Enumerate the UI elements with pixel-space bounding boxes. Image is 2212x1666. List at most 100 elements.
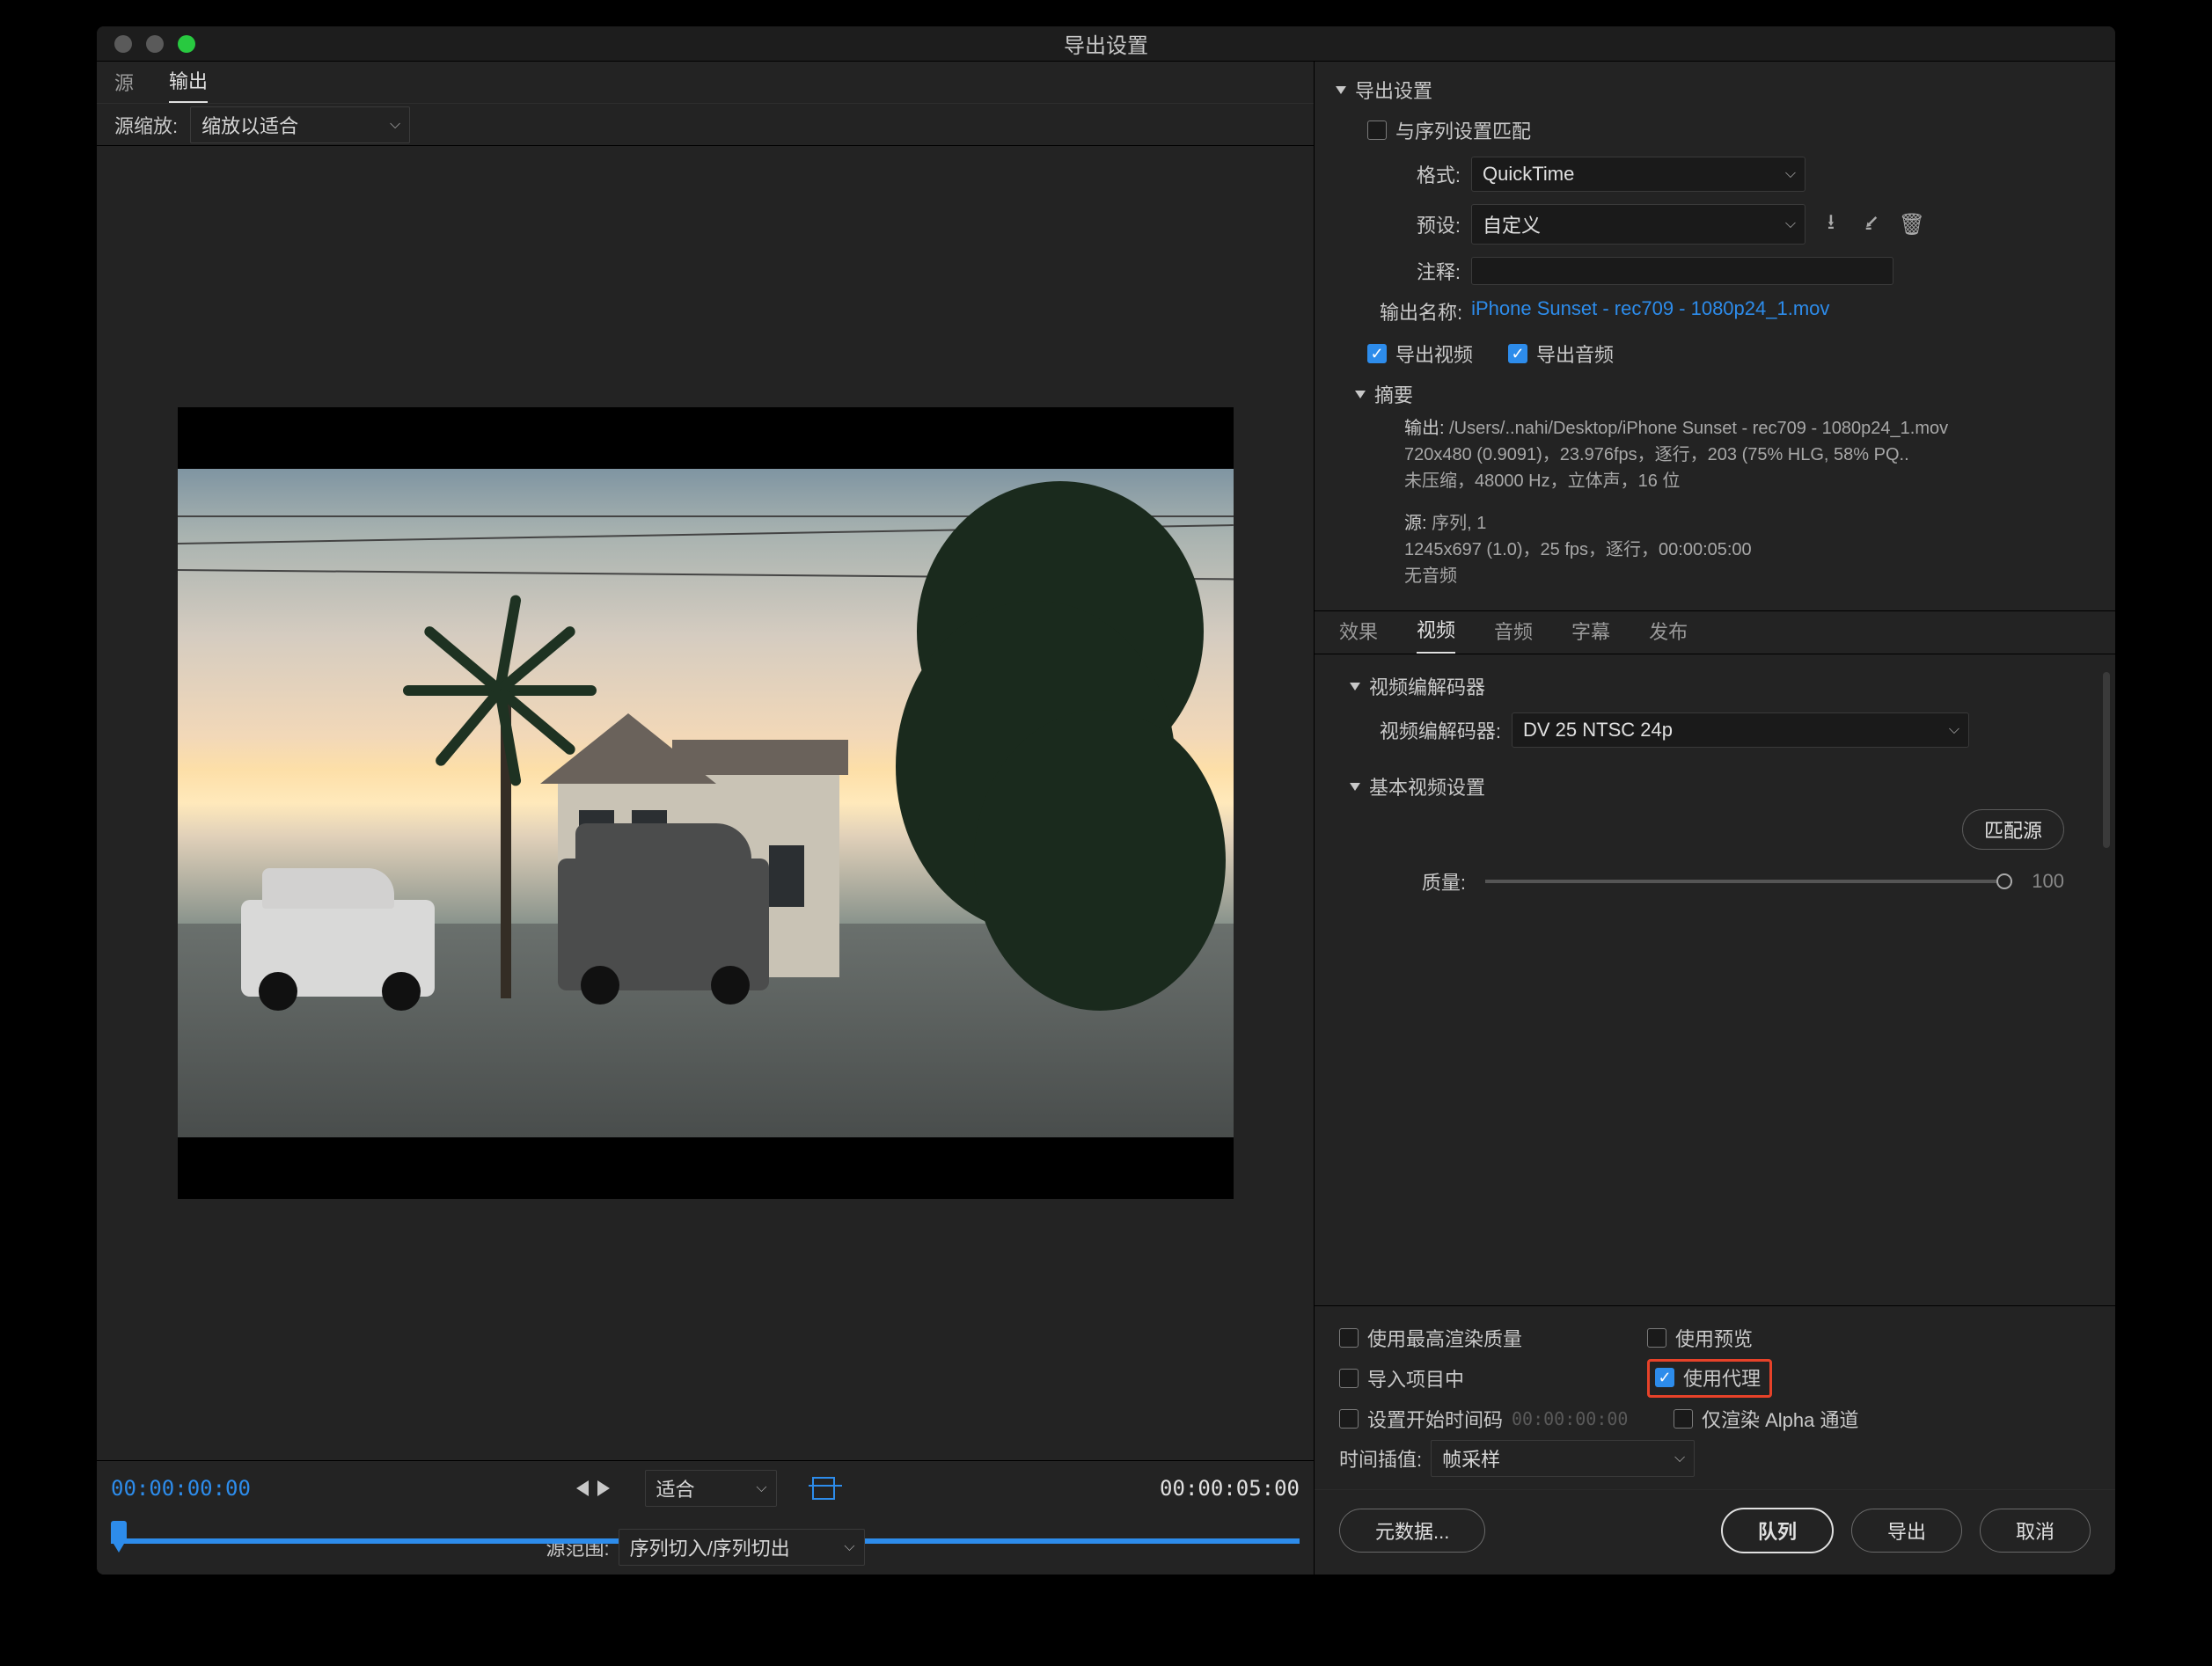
- close-icon[interactable]: [114, 35, 132, 53]
- max-render-label: 使用最高渲染质量: [1367, 1324, 1522, 1352]
- timeline-bar: 00:00:00:00 适合 ⌵ 00:00:05:00: [97, 1460, 1314, 1575]
- cancel-button[interactable]: 取消: [1980, 1509, 2091, 1553]
- chevron-down-icon: ⌵: [756, 1480, 766, 1496]
- tab-source[interactable]: 源: [114, 68, 134, 103]
- export-settings-title: 导出设置: [1355, 76, 1432, 104]
- metadata-button[interactable]: 元数据...: [1339, 1509, 1485, 1553]
- format-dropdown[interactable]: QuickTime ⌵: [1471, 157, 1805, 192]
- codec-label: 视频编解码器:: [1360, 716, 1501, 744]
- video-canvas: [178, 407, 1234, 1199]
- zoom-dropdown[interactable]: 适合 ⌵: [645, 1470, 777, 1507]
- dialog-buttons: 元数据... 队列 导出 取消: [1315, 1489, 2115, 1575]
- tab-video[interactable]: 视频: [1417, 615, 1455, 654]
- summary-output-path: /Users/..nahi/Desktop/iPhone Sunset - re…: [1449, 419, 1948, 438]
- quality-slider[interactable]: [1485, 880, 2012, 883]
- codec-title: 视频编解码器: [1369, 672, 1485, 700]
- minimize-icon[interactable]: [146, 35, 164, 53]
- source-scale-row: 源缩放: 缩放以适合 ⌵: [97, 104, 1314, 146]
- summary-src-l2: 1245x697 (1.0)，25 fps，逐行，00:00:05:00: [1404, 540, 1752, 559]
- summary-header[interactable]: 摘要: [1355, 380, 2091, 408]
- preview-tabs: 源 输出: [97, 62, 1314, 104]
- use-preview-label: 使用预览: [1675, 1324, 1753, 1352]
- export-settings-header[interactable]: 导出设置: [1336, 76, 2091, 104]
- match-sequence-label: 与序列设置匹配: [1395, 116, 1531, 144]
- codec-dropdown[interactable]: DV 25 NTSC 24p ⌵: [1512, 712, 1969, 748]
- basic-video-title: 基本视频设置: [1369, 772, 1485, 800]
- export-audio-label: 导出音频: [1536, 340, 1614, 368]
- source-scale-value: 缩放以适合: [201, 111, 298, 139]
- tab-publish[interactable]: 发布: [1649, 617, 1688, 654]
- chevron-down-icon: ⌵: [1949, 722, 1959, 738]
- output-name-link[interactable]: iPhone Sunset - rec709 - 1080p24_1.mov: [1471, 297, 1829, 325]
- output-name-label: 输出名称:: [1380, 297, 1462, 325]
- step-buttons: [576, 1480, 610, 1496]
- maximize-icon[interactable]: [178, 35, 195, 53]
- basic-video-header[interactable]: 基本视频设置: [1336, 772, 2091, 800]
- use-proxy-label: 使用代理: [1683, 1363, 1761, 1392]
- summary-section: 摘要 输出: /Users/..nahi/Desktop/iPhone Suns…: [1355, 380, 2091, 589]
- left-panel: 源 输出 源缩放: 缩放以适合 ⌵: [97, 62, 1315, 1575]
- settings-tabs: 效果 视频 音频 字幕 发布: [1315, 610, 2115, 654]
- source-scale-label: 源缩放:: [114, 111, 178, 139]
- tab-audio[interactable]: 音频: [1494, 617, 1533, 654]
- use-proxy-highlight: 使用代理: [1647, 1359, 1772, 1398]
- timecode-in[interactable]: 00:00:00:00: [111, 1476, 251, 1501]
- tab-effects[interactable]: 效果: [1339, 617, 1378, 654]
- preset-label: 预设:: [1380, 210, 1461, 238]
- video-frame: [178, 469, 1234, 1137]
- set-timecode-checkbox[interactable]: [1339, 1409, 1359, 1429]
- export-audio-checkbox[interactable]: [1508, 344, 1527, 363]
- interp-dropdown[interactable]: 帧采样 ⌵: [1431, 1440, 1695, 1477]
- tab-output[interactable]: 输出: [169, 66, 208, 103]
- preset-value: 自定义: [1483, 210, 1541, 238]
- right-panel: 导出设置 与序列设置匹配 格式: QuickTime ⌵ 预设:: [1315, 62, 2115, 1575]
- chevron-down-icon: ⌵: [844, 1539, 854, 1555]
- summary-src-l3: 无音频: [1404, 566, 1457, 586]
- step-fwd-icon[interactable]: [597, 1480, 610, 1496]
- summary-output-l3: 未压缩，48000 Hz，立体声，16 位: [1404, 471, 1680, 491]
- max-render-checkbox[interactable]: [1339, 1328, 1359, 1348]
- slider-knob[interactable]: [1996, 873, 2012, 889]
- queue-button[interactable]: 队列: [1721, 1508, 1834, 1553]
- crop-icon[interactable]: [812, 1477, 835, 1500]
- chevron-down-icon: ⌵: [1785, 166, 1796, 182]
- chevron-down-icon: ⌵: [390, 117, 400, 133]
- chevron-down-icon: [1350, 783, 1360, 791]
- summary-title: 摘要: [1374, 380, 1413, 408]
- use-preview-checkbox[interactable]: [1647, 1328, 1666, 1348]
- zoom-value: 适合: [656, 1474, 695, 1502]
- step-back-icon[interactable]: [576, 1480, 589, 1496]
- codec-header[interactable]: 视频编解码器: [1336, 672, 2091, 700]
- quality-value: 100: [2032, 870, 2064, 893]
- use-proxy-checkbox[interactable]: [1655, 1368, 1674, 1387]
- summary-source-label: 源:: [1404, 514, 1427, 533]
- summary-output-label: 输出:: [1404, 419, 1445, 438]
- timeline-track[interactable]: [111, 1514, 1300, 1524]
- match-sequence-checkbox[interactable]: [1367, 121, 1387, 140]
- save-preset-icon[interactable]: ⭳: [1816, 207, 1846, 243]
- comment-label: 注释:: [1380, 257, 1461, 285]
- video-settings-scroll[interactable]: 视频编解码器 视频编解码器: DV 25 NTSC 24p ⌵ 基本视频设置 匹…: [1315, 654, 2115, 1305]
- format-label: 格式:: [1380, 160, 1461, 188]
- match-source-button[interactable]: 匹配源: [1962, 809, 2064, 850]
- timecode-out: 00:00:05:00: [1160, 1476, 1300, 1501]
- source-range-value: 序列切入/序列切出: [630, 1533, 790, 1561]
- render-alpha-label: 仅渲染 Alpha 通道: [1702, 1405, 1859, 1433]
- import-preset-icon[interactable]: ⭹: [1857, 207, 1886, 243]
- tab-caption[interactable]: 字幕: [1571, 617, 1610, 654]
- bottom-options: 使用最高渲染质量 使用预览 导入项目中 使用代理: [1315, 1305, 2115, 1489]
- source-range-dropdown[interactable]: 序列切入/序列切出 ⌵: [619, 1529, 865, 1566]
- export-button[interactable]: 导出: [1851, 1509, 1962, 1553]
- preset-dropdown[interactable]: 自定义 ⌵: [1471, 204, 1805, 245]
- format-value: QuickTime: [1483, 163, 1574, 186]
- export-video-checkbox[interactable]: [1367, 344, 1387, 363]
- comment-input[interactable]: [1471, 257, 1893, 285]
- quality-label: 质量:: [1378, 867, 1466, 895]
- import-project-checkbox[interactable]: [1339, 1369, 1359, 1388]
- delete-preset-icon[interactable]: 🗑: [1897, 212, 1927, 237]
- summary-output-l2: 720x480 (0.9091)，23.976fps，逐行，203 (75% H…: [1404, 445, 1909, 464]
- set-timecode-label: 设置开始时间码: [1367, 1405, 1503, 1433]
- source-scale-dropdown[interactable]: 缩放以适合 ⌵: [190, 106, 410, 143]
- main-body: 源 输出 源缩放: 缩放以适合 ⌵: [97, 62, 2115, 1575]
- render-alpha-checkbox[interactable]: [1674, 1409, 1693, 1429]
